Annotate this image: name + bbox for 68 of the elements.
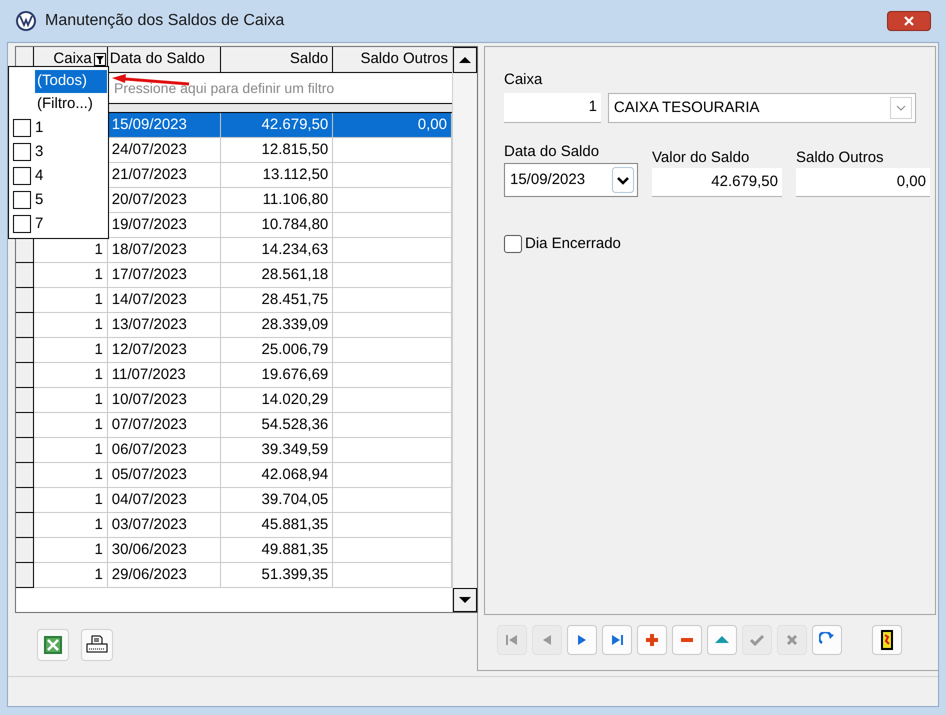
- dropdown-option[interactable]: (Todos): [35, 70, 107, 93]
- table-cell: 07/07/2023: [108, 413, 221, 438]
- date-picker[interactable]: 15/09/2023: [504, 163, 638, 197]
- table-cell: 14/07/2023: [108, 288, 221, 313]
- table-cell: 1: [34, 513, 108, 538]
- table-cell: 39.349,59: [220, 438, 334, 463]
- dropdown-option[interactable]: (Filtro...): [35, 93, 107, 116]
- table-cell: 10/07/2023: [108, 388, 221, 413]
- table-cell: 1: [34, 313, 108, 338]
- table-cell: 1: [34, 388, 108, 413]
- table-cell: 0,00: [333, 113, 452, 138]
- outros-field[interactable]: 0,00: [796, 168, 930, 197]
- code-field[interactable]: 1: [504, 93, 601, 123]
- table-cell: 30/06/2023: [108, 538, 221, 563]
- table-cell: 18/07/2023: [108, 238, 221, 263]
- table-cell: 1: [34, 288, 108, 313]
- table-cell: 15/09/2023: [108, 113, 221, 138]
- table-cell: 12.815,50: [220, 138, 334, 163]
- table-cell: 39.704,05: [220, 488, 334, 513]
- caixa-select[interactable]: CAIXA TESOURARIA: [608, 93, 916, 123]
- checkbox-label: 7: [35, 214, 44, 234]
- checkbox-label: 4: [35, 166, 44, 186]
- field-label: Valor do Saldo: [652, 148, 750, 167]
- table-cell: 42.068,94: [220, 463, 334, 488]
- table-cell: 11.106,80: [220, 188, 334, 213]
- column-header[interactable]: Saldo: [220, 47, 334, 72]
- field-label: Data do Saldo: [504, 142, 600, 161]
- table-cell: 10.784,80: [220, 213, 334, 238]
- table-cell: 13/07/2023: [108, 313, 221, 338]
- table-cell: 1: [34, 363, 108, 388]
- table-cell: 29/06/2023: [108, 563, 221, 588]
- table-cell: 06/07/2023: [108, 438, 221, 463]
- table-cell: 28.339,09: [220, 313, 334, 338]
- table-cell: 14.020,29: [220, 388, 334, 413]
- table-cell: 1: [34, 563, 108, 588]
- table-cell: 19.676,69: [220, 363, 334, 388]
- table-cell: 13.112,50: [220, 163, 334, 188]
- table-cell: 28.451,75: [220, 288, 334, 313]
- table-cell: 42.679,50: [220, 113, 334, 138]
- table-cell: 17/07/2023: [108, 263, 221, 288]
- table-cell: 14.234,63: [220, 238, 334, 263]
- checkbox-label: Dia Encerrado: [525, 234, 621, 254]
- table-cell: 1: [34, 488, 108, 513]
- table-cell: 1: [34, 413, 108, 438]
- table-cell: 28.561,18: [220, 263, 334, 288]
- checkbox-label: 3: [35, 142, 44, 162]
- table-cell: 49.881,35: [220, 538, 334, 563]
- table-cell: 03/07/2023: [108, 513, 221, 538]
- table-cell: 51.399,35: [220, 563, 334, 588]
- field-label: Saldo Outros: [796, 148, 885, 167]
- table-cell: 05/07/2023: [108, 463, 221, 488]
- column-header[interactable]: Saldo Outros: [333, 47, 452, 72]
- table-cell: 54.528,36: [220, 413, 334, 438]
- table-cell: 11/07/2023: [108, 363, 221, 388]
- checkbox-label: 5: [35, 190, 44, 210]
- table-cell: 04/07/2023: [108, 488, 221, 513]
- table-cell: 1: [34, 463, 108, 488]
- table-cell: 12/07/2023: [108, 338, 221, 363]
- table-cell: 1: [34, 438, 108, 463]
- table-cell: 25.006,79: [220, 338, 334, 363]
- table-cell: 1: [34, 263, 108, 288]
- field-label: Caixa: [504, 70, 544, 89]
- table-cell: 45.881,35: [220, 513, 334, 538]
- valor-field[interactable]: 42.679,50: [652, 168, 782, 197]
- checkbox-label: 1: [35, 118, 44, 138]
- window-title: Manutenção dos Saldos de Caixa: [45, 11, 286, 31]
- table-cell: 1: [34, 538, 108, 563]
- table-cell: 1: [34, 338, 108, 363]
